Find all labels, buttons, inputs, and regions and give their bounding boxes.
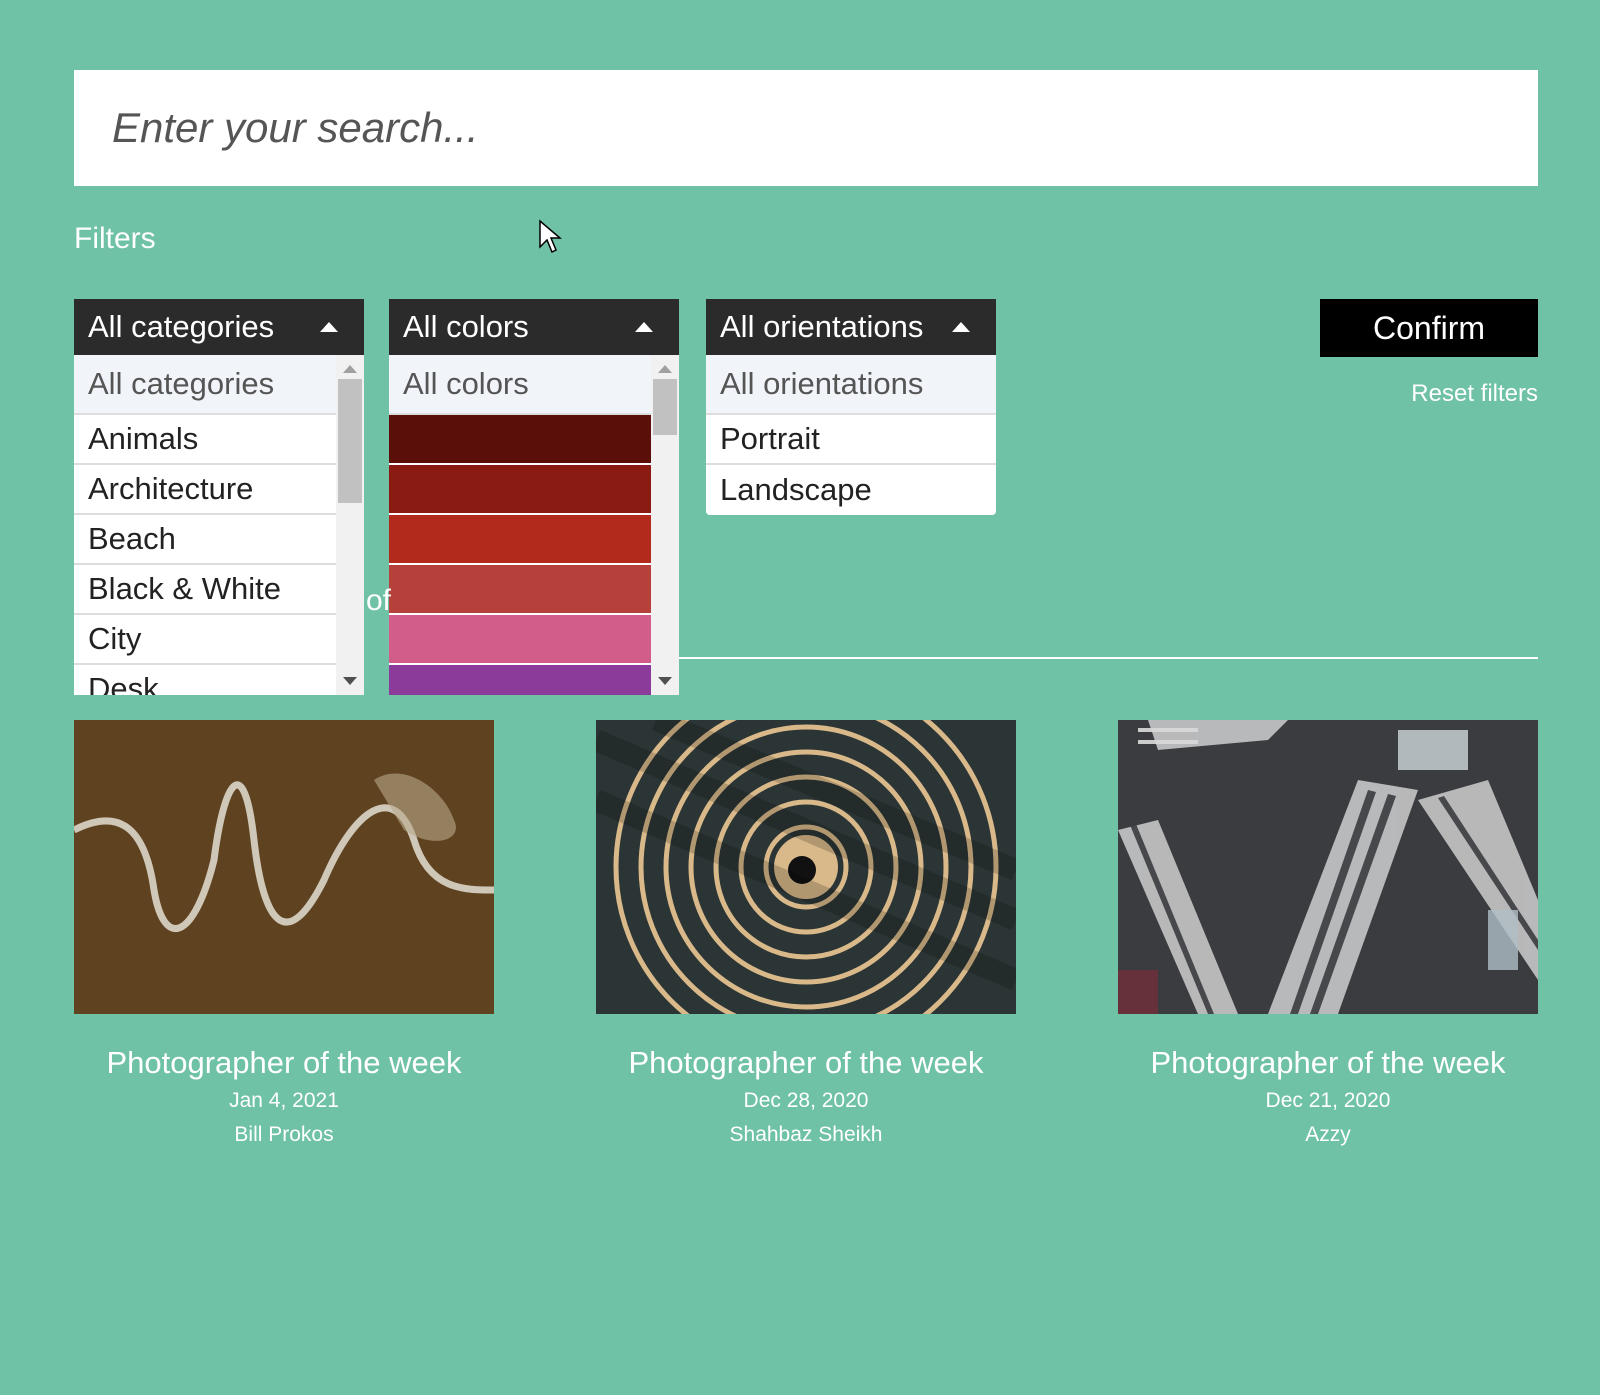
color-swatch-option[interactable] <box>389 565 651 615</box>
categories-scrollbar[interactable] <box>336 355 364 695</box>
color-swatch-option[interactable] <box>389 415 651 465</box>
color-swatch-option[interactable] <box>389 465 651 515</box>
card-author: Bill Prokos <box>234 1123 334 1146</box>
card-author: Azzy <box>1305 1123 1351 1146</box>
caret-up-icon <box>320 322 338 332</box>
category-option[interactable]: Architecture <box>74 465 336 515</box>
color-swatch-list <box>389 415 651 695</box>
card-date: Dec 21, 2020 <box>1265 1089 1391 1112</box>
category-option[interactable]: Animals <box>74 415 336 465</box>
photo-labyrinth[interactable] <box>591 674 1021 1060</box>
search-input[interactable] <box>110 103 1502 153</box>
colors-dropdown[interactable]: All colors All colors <box>389 299 679 695</box>
scroll-down-arrow-icon[interactable] <box>658 677 672 685</box>
scroll-up-arrow-icon[interactable] <box>343 365 357 373</box>
card-date: Jan 4, 2021 <box>229 1089 339 1112</box>
categories-dropdown[interactable]: All categories All categories Animals Ar… <box>74 299 364 695</box>
category-option[interactable]: All categories <box>74 355 336 415</box>
reset-filters-link[interactable]: Reset filters <box>1411 380 1538 408</box>
card-author: Shahbaz Sheikh <box>729 1123 883 1146</box>
scrollbar-thumb[interactable] <box>653 379 677 435</box>
orientation-option[interactable]: Landscape <box>706 465 996 515</box>
category-option[interactable]: City <box>74 615 336 665</box>
caret-up-icon <box>952 322 970 332</box>
categories-dropdown-label: All categories <box>88 309 275 344</box>
color-swatch-option[interactable] <box>389 615 651 665</box>
category-option[interactable]: Beach <box>74 515 336 565</box>
colors-scrollbar[interactable] <box>651 355 679 695</box>
category-option[interactable]: Black & White <box>74 565 336 615</box>
photo-card[interactable]: Photographer of the week Dec 28, 2020 Sh… <box>591 674 1021 1147</box>
photo-card[interactable]: Photographer of the week Dec 21, 2020 Az… <box>1118 720 1538 1147</box>
scroll-down-arrow-icon[interactable] <box>343 677 357 685</box>
orientation-option[interactable]: All orientations <box>706 355 996 415</box>
categories-list: All categories Animals Architecture Beac… <box>74 355 364 695</box>
scroll-up-arrow-icon[interactable] <box>658 365 672 373</box>
orientations-dropdown-header[interactable]: All orientations <box>706 299 996 355</box>
photo-winding-road[interactable] <box>72 720 495 1014</box>
orientations-dropdown-label: All orientations <box>720 309 924 344</box>
filters-title: Filters <box>74 222 156 255</box>
orientations-dropdown[interactable]: All orientations All orientations Portra… <box>706 299 996 515</box>
scrollbar-thumb[interactable] <box>338 379 362 503</box>
caret-up-icon <box>635 322 653 332</box>
colors-dropdown-label: All colors <box>403 309 529 344</box>
categories-dropdown-header[interactable]: All categories <box>74 299 364 355</box>
mouse-cursor-icon <box>539 219 562 254</box>
card-title[interactable]: Photographer of the week <box>74 1045 494 1081</box>
card-title[interactable]: Photographer of the week <box>596 1045 1016 1081</box>
color-swatch-option[interactable] <box>389 515 651 565</box>
color-swatch-option[interactable] <box>389 665 651 695</box>
partially-hidden-text: of <box>366 584 392 617</box>
divider <box>679 657 1538 659</box>
category-option[interactable]: Desk <box>74 665 336 695</box>
colors-dropdown-header[interactable]: All colors <box>389 299 679 355</box>
card-date: Dec 28, 2020 <box>743 1089 869 1112</box>
colors-list: All colors <box>389 355 679 695</box>
photo-crosswalk-crowd[interactable] <box>1118 720 1538 1014</box>
orientation-option[interactable]: Portrait <box>706 415 996 465</box>
color-option-all[interactable]: All colors <box>389 355 651 415</box>
orientations-list: All orientations Portrait Landscape <box>706 355 996 515</box>
search-bar <box>74 70 1538 186</box>
photo-card[interactable]: Photographer of the week Jan 4, 2021 Bil… <box>72 720 495 1147</box>
card-title[interactable]: Photographer of the week <box>1118 1045 1538 1081</box>
confirm-button[interactable]: Confirm <box>1320 299 1538 357</box>
